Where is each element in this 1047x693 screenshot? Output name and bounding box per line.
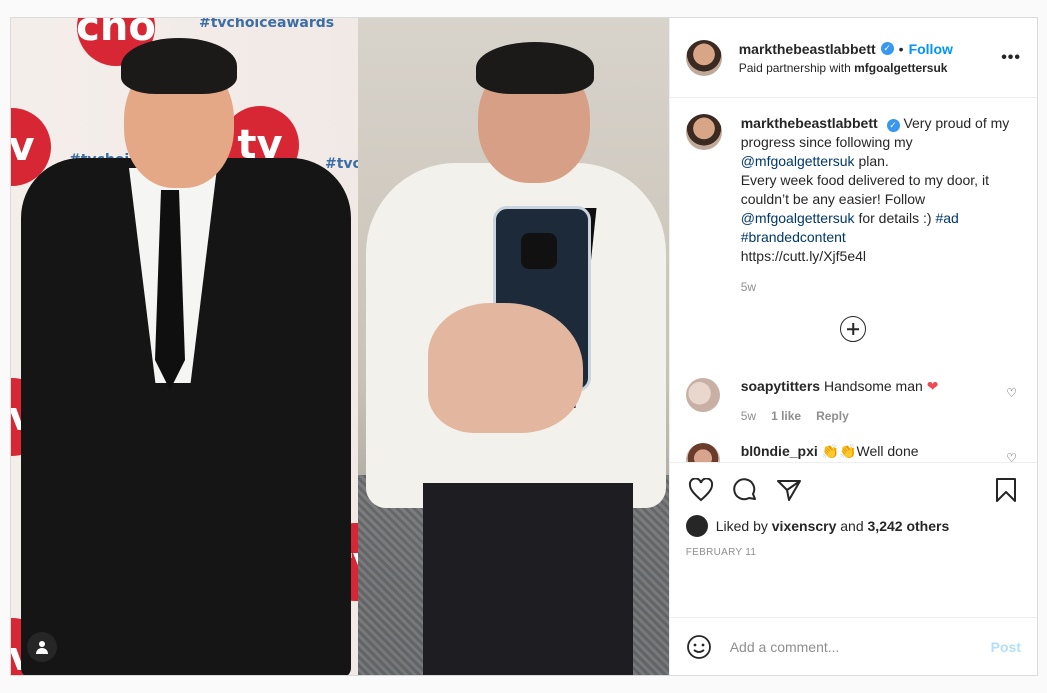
comment-body: soapytitters Handsome man ❤ 5w 1 like Re…	[741, 378, 1021, 423]
save-bookmark-icon[interactable]	[991, 475, 1021, 505]
comment-bubble-icon[interactable]	[730, 475, 760, 505]
comment-username[interactable]: soapytitters	[741, 378, 820, 394]
partnership-prefix: Paid partnership with	[738, 60, 851, 75]
load-more-comments	[686, 316, 1021, 342]
caption-text: markthebeastlabbett ✓ Very proud of my p…	[741, 114, 1011, 266]
comment-input[interactable]: Add a comment...	[730, 639, 991, 655]
caption-text-2: plan.	[858, 153, 889, 169]
comment-text-row: bl0ndie_pxi 👏👏Well done	[741, 443, 1021, 460]
caption-time: 5w	[740, 280, 757, 294]
like-heart-icon[interactable]	[686, 475, 716, 505]
pants	[423, 483, 633, 675]
action-icons	[686, 473, 1021, 507]
follow-button[interactable]: Follow	[909, 41, 953, 57]
liked-prefix: Liked by	[715, 518, 768, 534]
reply-button[interactable]: Reply	[816, 409, 849, 423]
like-comment-icon[interactable]: ♡	[1006, 451, 1017, 462]
post-button[interactable]: Post	[991, 639, 1021, 655]
comments-section[interactable]: markthebeastlabbett ✓ Very proud of my p…	[670, 98, 1037, 462]
add-comment-bar: Add a comment... Post	[669, 617, 1037, 675]
avatar[interactable]	[685, 39, 722, 76]
avatar[interactable]	[685, 515, 708, 537]
post-date: FEBRUARY 11	[685, 547, 757, 558]
load-more-icon[interactable]	[840, 316, 867, 342]
liked-others-link[interactable]: 3,242 others	[868, 518, 950, 534]
avatar[interactable]	[685, 378, 720, 412]
header-info: markthebeastlabbett ✓ • Follow Paid part…	[739, 41, 1001, 75]
comment-time: 5w	[740, 409, 757, 423]
before-photo: #tvchoiceawards cho tv tv #tvchoi #tvc t…	[11, 18, 358, 675]
hashtag-link[interactable]: #brandedcontent	[741, 229, 846, 245]
backdrop-hashtag: #tvchoiceawards	[199, 18, 335, 31]
mention-link[interactable]: @mfgoalgettersuk	[741, 153, 855, 169]
comment-text: Well done	[856, 443, 919, 459]
avatar[interactable]	[685, 114, 722, 150]
likes-summary: Liked by vixenscry and 3,242 others	[685, 515, 1021, 537]
partner-link[interactable]: mfgoalgettersuk	[854, 61, 947, 75]
after-photo	[358, 18, 669, 675]
post-header: markthebeastlabbett ✓ • Follow Paid part…	[669, 18, 1037, 98]
post-image[interactable]: #tvchoiceawards cho tv tv #tvchoi #tvc t…	[11, 18, 669, 675]
partnership-line: Paid partnership with mfgoalgettersuk	[739, 61, 1001, 75]
caption-line-2: Every week food delivered to my door, it…	[740, 172, 989, 207]
post-sidebar: markthebeastlabbett ✓ • Follow Paid part…	[668, 18, 1037, 675]
like-comment-icon[interactable]: ♡	[1006, 386, 1017, 400]
comment-item: bl0ndie_pxi 👏👏Well done ♡	[685, 443, 1021, 462]
instagram-post: #tvchoiceawards cho tv tv #tvchoi #tvc t…	[10, 17, 1038, 676]
emoji-icon[interactable]	[686, 634, 712, 660]
backdrop-hashtag: #tvc	[325, 156, 358, 172]
caption-text-3: for details :)	[858, 210, 932, 226]
username-link[interactable]: markthebeastlabbett	[739, 41, 876, 57]
comment-username[interactable]: bl0ndie_pxi	[741, 443, 818, 459]
mention-link[interactable]: @mfgoalgettersuk	[741, 210, 855, 226]
comment-text: Handsome man	[823, 378, 923, 394]
phone-camera	[521, 233, 557, 269]
heart-emoji-icon: ❤	[926, 378, 939, 394]
hair	[476, 42, 594, 94]
share-send-icon[interactable]	[774, 475, 804, 505]
clap-emoji-icon: 👏👏	[821, 443, 857, 459]
hair	[121, 38, 237, 94]
comment-text-row: soapytitters Handsome man ❤	[741, 378, 1021, 395]
comment-meta: 5w 1 like Reply	[741, 409, 1021, 423]
avatar[interactable]	[685, 443, 720, 462]
more-options-icon[interactable]: •••	[1001, 49, 1021, 67]
comment-item: soapytitters Handsome man ❤ 5w 1 like Re…	[685, 378, 1021, 423]
separator-dot: •	[898, 40, 904, 57]
caption: markthebeastlabbett ✓ Very proud of my p…	[685, 114, 1021, 266]
caption-url[interactable]: https://cutt.ly/Xjf5e4l	[741, 248, 866, 264]
verified-badge-icon: ✓	[880, 42, 894, 55]
hashtag-link[interactable]: #ad	[935, 210, 958, 226]
post-actions: Liked by vixenscry and 3,242 others FEBR…	[669, 462, 1037, 617]
tagged-user-icon[interactable]	[27, 632, 57, 662]
comment-likes[interactable]: 1 like	[771, 409, 801, 423]
hand	[428, 303, 583, 433]
verified-badge-icon: ✓	[886, 119, 900, 132]
liked-and: and	[840, 518, 864, 534]
comment-body: bl0ndie_pxi 👏👏Well done	[741, 443, 1021, 462]
header-row: markthebeastlabbett ✓ • Follow	[739, 41, 1001, 57]
liked-user-link[interactable]: vixenscry	[772, 518, 837, 534]
caption-username[interactable]: markthebeastlabbett	[741, 115, 878, 131]
